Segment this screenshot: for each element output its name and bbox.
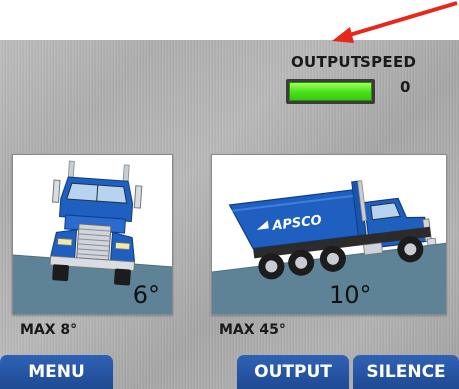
pitch-angle-value: 10°	[329, 281, 372, 309]
pitch-max-label: MAX 45°	[219, 322, 286, 338]
output-button[interactable]: OUTPUT	[237, 355, 349, 389]
tilt-monitor-screen: OUTPUT SPEED 0 6° APSCO 10° MAX 8° MAX 4…	[0, 40, 459, 389]
roll-panel: 6°	[12, 154, 173, 315]
roll-max-label: MAX 8°	[20, 322, 78, 338]
output-label: OUTPUT	[291, 53, 362, 71]
pitch-panel: APSCO 10°	[211, 154, 447, 315]
roll-angle-value: 6°	[132, 281, 160, 309]
silence-button[interactable]: SILENCE	[353, 355, 459, 389]
annotation-arrow	[332, 1, 458, 43]
output-indicator-fill	[289, 82, 372, 101]
menu-button[interactable]: MENU	[0, 355, 113, 389]
speed-value: 0	[400, 78, 411, 96]
speed-label: SPEED	[360, 53, 417, 71]
output-indicator	[286, 79, 375, 104]
